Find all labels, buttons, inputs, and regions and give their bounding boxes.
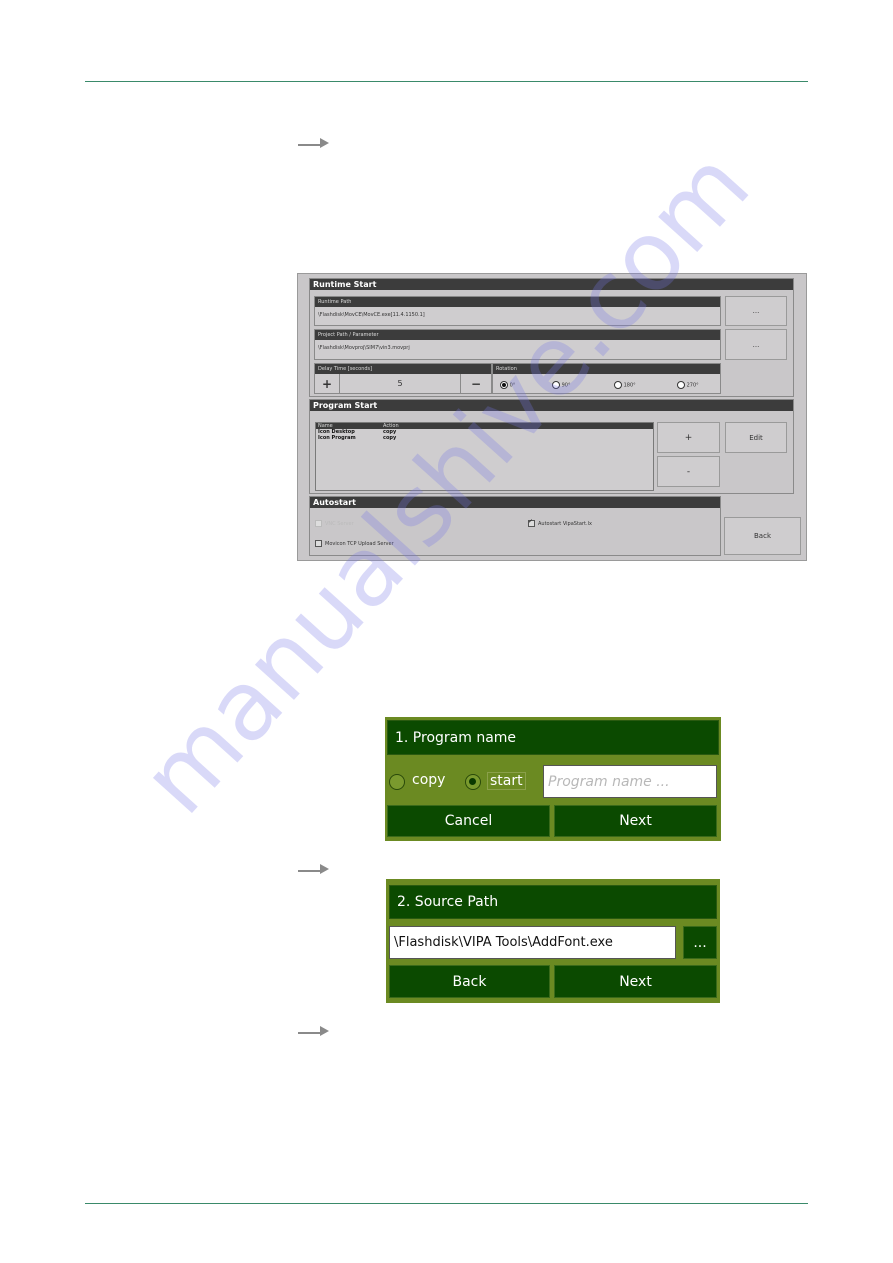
next-button[interactable]: Next bbox=[554, 965, 717, 998]
radio-start-label[interactable]: start bbox=[487, 772, 526, 790]
rotation-label: Rotation bbox=[493, 364, 720, 374]
project-path-browse-button[interactable]: ... bbox=[725, 329, 787, 360]
source-path-dialog: 2. Source Path \Flashdisk\VIPA Tools\Add… bbox=[386, 879, 720, 1003]
runtime-path-browse-button[interactable]: ... bbox=[725, 296, 787, 326]
step-arrow-icon bbox=[298, 136, 330, 148]
source-browse-button[interactable]: ... bbox=[683, 926, 717, 959]
remove-program-button[interactable]: - bbox=[657, 456, 720, 487]
program-start-title: Program Start bbox=[310, 400, 793, 411]
list-item[interactable]: Icon Program copy bbox=[316, 435, 653, 441]
radio-icon bbox=[677, 381, 685, 389]
runtime-path-field[interactable]: Runtime Path \Flashdisk\MovCE\MovCE.exe[… bbox=[314, 296, 721, 326]
project-path-value: \Flashdisk\Movproj\SIM7\vin3.movprj bbox=[318, 345, 410, 351]
rotation-option-180[interactable]: 180° bbox=[614, 381, 636, 389]
radio-icon bbox=[500, 381, 508, 389]
program-start-group: Program Start Name Action Icon Desktop c… bbox=[309, 399, 794, 494]
delay-time-group: Delay Time [seconds] + 5 − bbox=[314, 363, 492, 394]
step-arrow-icon bbox=[298, 1024, 330, 1036]
radio-copy[interactable] bbox=[389, 774, 405, 790]
radio-icon bbox=[614, 381, 622, 389]
back-button[interactable]: Back bbox=[724, 517, 801, 555]
program-name-dialog: 1. Program name copy start Program name … bbox=[385, 717, 721, 841]
program-name-title: 1. Program name bbox=[387, 720, 719, 755]
step-arrow-icon bbox=[298, 862, 330, 874]
autostart-title: Autostart bbox=[310, 497, 720, 508]
cancel-button[interactable]: Cancel bbox=[387, 805, 550, 837]
rotation-option-270[interactable]: 270° bbox=[677, 381, 699, 389]
add-program-button[interactable]: + bbox=[657, 422, 720, 453]
runtime-start-group: Runtime Start Runtime Path \Flashdisk\Mo… bbox=[309, 278, 794, 397]
source-path-title: 2. Source Path bbox=[389, 885, 717, 919]
delay-time-value[interactable]: 5 bbox=[340, 374, 460, 393]
back-button[interactable]: Back bbox=[389, 965, 550, 998]
edit-program-button[interactable]: Edit bbox=[725, 422, 787, 453]
checkbox-checked-icon bbox=[528, 518, 535, 527]
delay-minus-button[interactable]: − bbox=[460, 374, 491, 393]
startup-config-screen: Runtime Start Runtime Path \Flashdisk\Mo… bbox=[297, 273, 807, 561]
runtime-start-title: Runtime Start bbox=[310, 279, 793, 290]
runtime-path-label: Runtime Path bbox=[315, 297, 720, 307]
checkbox-icon bbox=[315, 540, 322, 547]
program-list[interactable]: Name Action Icon Desktop copy Icon Progr… bbox=[315, 422, 654, 491]
vnc-server-checkbox: VNC Server bbox=[315, 520, 354, 527]
delay-plus-button[interactable]: + bbox=[315, 374, 340, 393]
program-name-input[interactable]: Program name ... bbox=[543, 765, 717, 798]
autostart-group: Autostart VNC Server Autostart VipaStart… bbox=[309, 496, 721, 556]
bottom-rule bbox=[85, 1203, 808, 1204]
project-path-label: Project Path / Parameter bbox=[315, 330, 720, 340]
project-path-field[interactable]: Project Path / Parameter \Flashdisk\Movp… bbox=[314, 329, 721, 360]
movicon-tcp-upload-checkbox[interactable]: Movicon TCP Upload Server bbox=[315, 540, 394, 547]
radio-start[interactable] bbox=[465, 774, 481, 790]
autostart-vipastart-checkbox[interactable]: Autostart VipaStart.lx bbox=[528, 518, 592, 527]
radio-icon bbox=[552, 381, 560, 389]
next-button[interactable]: Next bbox=[554, 805, 717, 837]
source-path-input[interactable]: \Flashdisk\VIPA Tools\AddFont.exe bbox=[389, 926, 676, 959]
radio-copy-label[interactable]: copy bbox=[412, 772, 445, 788]
top-rule bbox=[85, 81, 808, 82]
rotation-option-0[interactable]: 0° bbox=[500, 381, 515, 389]
runtime-path-value: \Flashdisk\MovCE\MovCE.exe[11.4.1150.1] bbox=[318, 312, 425, 318]
rotation-group: Rotation 0° 90° 180° 270° bbox=[492, 363, 721, 394]
rotation-option-90[interactable]: 90° bbox=[552, 381, 570, 389]
checkbox-icon bbox=[315, 520, 322, 527]
delay-time-label: Delay Time [seconds] bbox=[315, 364, 491, 374]
